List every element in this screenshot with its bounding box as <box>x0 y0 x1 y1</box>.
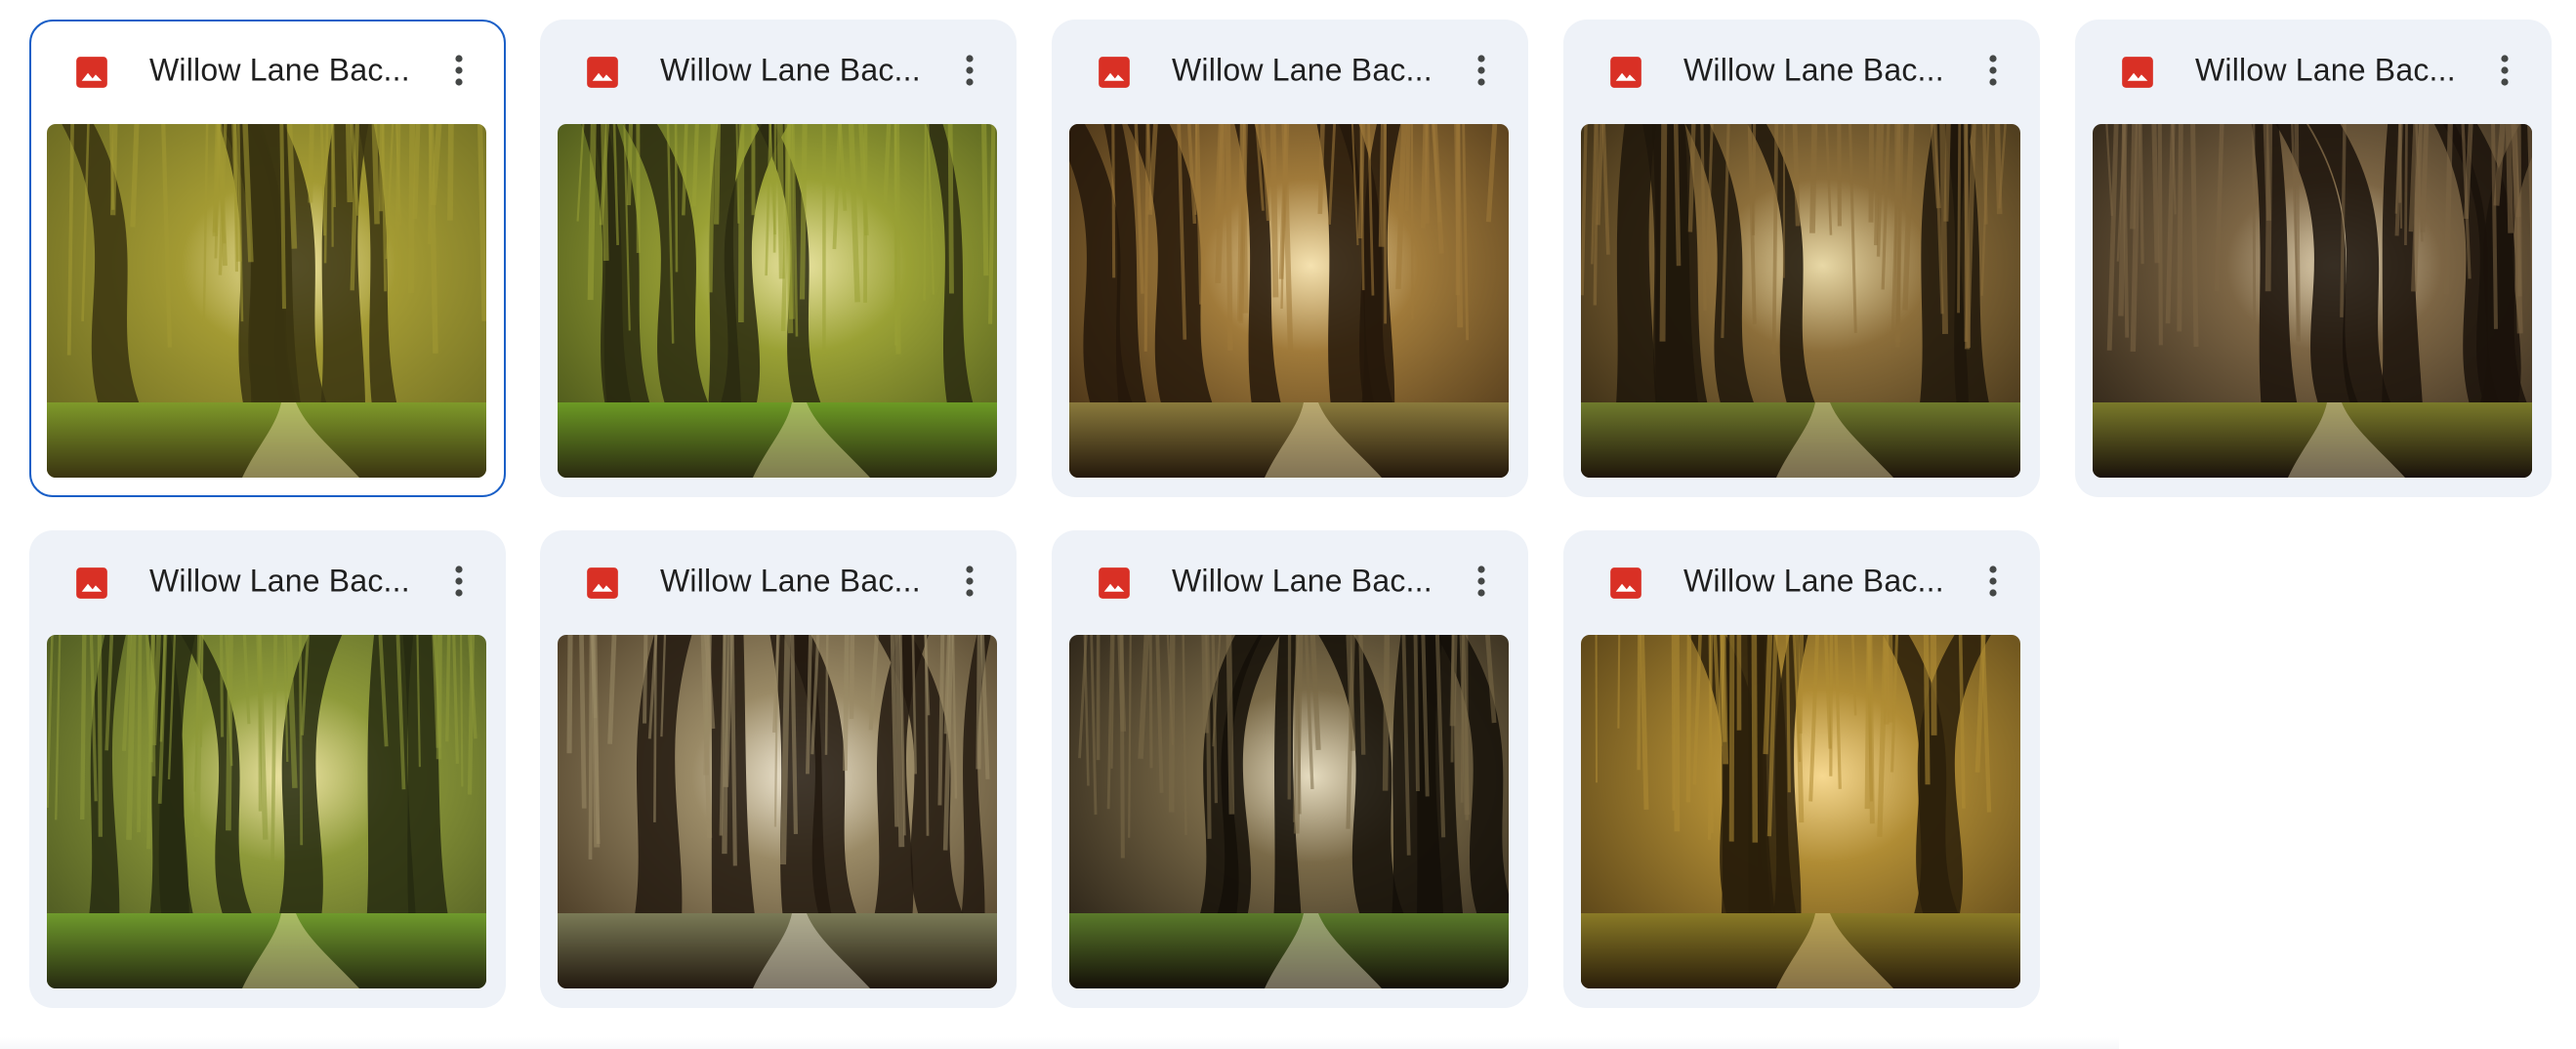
file-card[interactable]: Willow Lane Bac... <box>540 20 1017 497</box>
file-thumbnail[interactable] <box>1069 124 1509 478</box>
image-file-icon <box>1610 567 1641 599</box>
file-thumbnail[interactable] <box>47 635 486 988</box>
more-vert-icon <box>1989 55 1997 86</box>
file-card[interactable]: Willow Lane Bac... <box>2075 20 2552 497</box>
image-file-icon <box>587 567 618 599</box>
file-name[interactable]: Willow Lane Bac... <box>2195 53 2456 89</box>
file-card-header: Willow Lane Bac... <box>2075 20 2552 117</box>
file-name[interactable]: Willow Lane Bac... <box>660 564 921 600</box>
more-actions-button[interactable] <box>1968 45 2018 96</box>
file-card-header: Willow Lane Bac... <box>29 530 506 628</box>
image-file-icon <box>76 567 107 599</box>
image-file-icon <box>1099 567 1130 599</box>
more-vert-icon <box>1477 566 1485 597</box>
more-vert-icon <box>455 55 463 86</box>
image-file-icon <box>1610 57 1641 88</box>
file-name[interactable]: Willow Lane Bac... <box>149 53 410 89</box>
more-vert-icon <box>966 55 974 86</box>
file-name[interactable]: Willow Lane Bac... <box>1172 53 1433 89</box>
file-grid: Willow Lane Bac... Willow Lane Bac... Wi… <box>0 0 2576 1049</box>
file-name[interactable]: Willow Lane Bac... <box>149 564 410 600</box>
file-card[interactable]: Willow Lane Bac... <box>1052 20 1528 497</box>
file-thumbnail[interactable] <box>1581 124 2020 478</box>
file-card-header: Willow Lane Bac... <box>31 21 504 119</box>
file-card-header: Willow Lane Bac... <box>1052 530 1528 628</box>
file-card-header: Willow Lane Bac... <box>540 20 1017 117</box>
image-file-icon <box>587 57 618 88</box>
more-actions-button[interactable] <box>1456 556 1507 607</box>
file-card-header: Willow Lane Bac... <box>540 530 1017 628</box>
file-name[interactable]: Willow Lane Bac... <box>1683 564 1944 600</box>
file-card-header: Willow Lane Bac... <box>1052 20 1528 117</box>
more-vert-icon <box>966 566 974 597</box>
file-thumbnail[interactable] <box>558 635 997 988</box>
file-card-header: Willow Lane Bac... <box>1563 530 2040 628</box>
more-vert-icon <box>1477 55 1485 86</box>
file-card[interactable]: Willow Lane Bac... <box>1563 530 2040 1008</box>
file-card-header: Willow Lane Bac... <box>1563 20 2040 117</box>
file-thumbnail[interactable] <box>47 124 486 478</box>
image-file-icon <box>2122 57 2153 88</box>
file-name[interactable]: Willow Lane Bac... <box>1172 564 1433 600</box>
file-thumbnail[interactable] <box>1069 635 1509 988</box>
more-actions-button[interactable] <box>944 556 995 607</box>
more-actions-button[interactable] <box>434 45 484 96</box>
file-thumbnail[interactable] <box>558 124 997 478</box>
file-thumbnail[interactable] <box>1581 635 2020 988</box>
file-card[interactable]: Willow Lane Bac... <box>29 20 506 497</box>
file-card[interactable]: Willow Lane Bac... <box>1563 20 2040 497</box>
more-actions-button[interactable] <box>1968 556 2018 607</box>
more-actions-button[interactable] <box>2479 45 2530 96</box>
file-card[interactable]: Willow Lane Bac... <box>540 530 1017 1008</box>
file-card[interactable]: Willow Lane Bac... <box>1052 530 1528 1008</box>
file-thumbnail[interactable] <box>2093 124 2532 478</box>
more-vert-icon <box>455 566 463 597</box>
more-vert-icon <box>1989 566 1997 597</box>
file-card[interactable]: Willow Lane Bac... <box>29 530 506 1008</box>
image-file-icon <box>76 57 107 88</box>
more-actions-button[interactable] <box>944 45 995 96</box>
file-name[interactable]: Willow Lane Bac... <box>660 53 921 89</box>
more-actions-button[interactable] <box>1456 45 1507 96</box>
file-name[interactable]: Willow Lane Bac... <box>1683 53 1944 89</box>
image-file-icon <box>1099 57 1130 88</box>
more-vert-icon <box>2501 55 2509 86</box>
more-actions-button[interactable] <box>434 556 484 607</box>
grid-bottom-edge <box>0 1037 2119 1049</box>
